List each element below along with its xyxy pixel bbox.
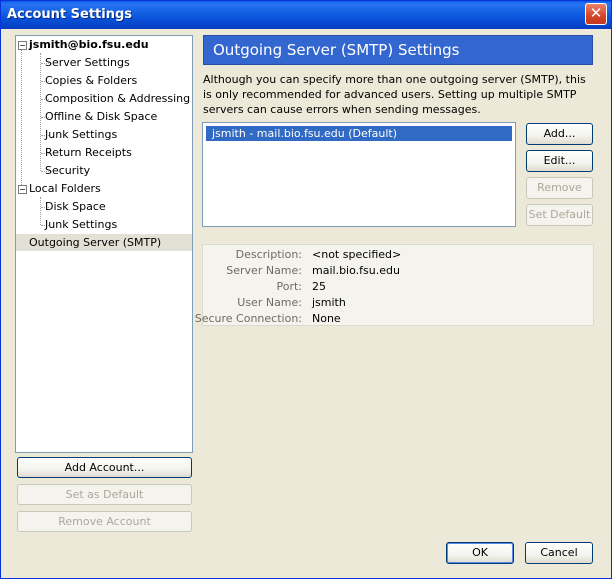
tree-item-security[interactable]: Security: [45, 162, 90, 179]
account-settings-window: Account Settings ✕ − jsmith@bio.fsu.edu …: [0, 0, 612, 579]
cancel-label: Cancel: [540, 546, 578, 559]
description-value: <not specified>: [312, 248, 402, 261]
tree-line: [40, 197, 41, 225]
set-default-label: Set Default: [528, 208, 591, 221]
server-name-label: Server Name:: [226, 264, 302, 277]
collapse-icon[interactable]: −: [18, 41, 27, 50]
account-tree[interactable]: − jsmith@bio.fsu.edu Server Settings Cop…: [15, 35, 193, 453]
port-value: 25: [312, 280, 326, 293]
close-icon[interactable]: ✕: [585, 3, 607, 25]
remove-account-label: Remove Account: [58, 515, 151, 528]
smtp-server-row[interactable]: jsmith - mail.bio.fsu.edu (Default): [206, 126, 512, 141]
port-label: Port:: [276, 280, 302, 293]
add-account-button[interactable]: Add Account...: [17, 457, 192, 478]
tree-item-server-settings[interactable]: Server Settings: [45, 54, 130, 71]
secure-connection-label: Secure Connection:: [194, 312, 302, 325]
set-default-server-button[interactable]: Set Default: [526, 204, 593, 226]
set-as-default-button[interactable]: Set as Default: [17, 484, 192, 505]
tree-item-copies-folders[interactable]: Copies & Folders: [45, 72, 137, 89]
tree-item-local-junk-settings[interactable]: Junk Settings: [45, 216, 117, 233]
tree-line: [21, 49, 22, 189]
smtp-server-list[interactable]: jsmith - mail.bio.fsu.edu (Default): [202, 122, 516, 227]
tree-item-disk-space[interactable]: Disk Space: [45, 198, 106, 215]
title-bar[interactable]: Account Settings ✕: [1, 1, 611, 29]
server-details: Description: <not specified> Server Name…: [195, 244, 594, 326]
set-as-default-label: Set as Default: [65, 488, 144, 501]
add-server-button[interactable]: Add...: [526, 123, 593, 145]
edit-label: Edit...: [543, 154, 576, 167]
tree-item-account[interactable]: jsmith@bio.fsu.edu: [29, 36, 149, 53]
tree-item-return-receipts[interactable]: Return Receipts: [45, 144, 132, 161]
tree-item-junk-settings[interactable]: Junk Settings: [45, 126, 117, 143]
secure-connection-value: None: [312, 312, 341, 325]
tree-item-composition-addressing[interactable]: Composition & Addressing: [45, 90, 190, 107]
remove-label: Remove: [537, 181, 582, 194]
remove-account-button[interactable]: Remove Account: [17, 511, 192, 532]
tree-item-outgoing-server[interactable]: Outgoing Server (SMTP): [16, 234, 192, 251]
edit-server-button[interactable]: Edit...: [526, 150, 593, 172]
panel-title: Outgoing Server (SMTP) Settings: [203, 35, 593, 65]
description-label: Description:: [235, 248, 302, 261]
user-name-label: User Name:: [237, 296, 302, 309]
cancel-button[interactable]: Cancel: [525, 542, 593, 564]
add-account-label: Add Account...: [64, 461, 145, 474]
ok-button[interactable]: OK: [446, 542, 514, 564]
tree-item-offline-disk-space[interactable]: Offline & Disk Space: [45, 108, 157, 125]
panel-description: Although you can specify more than one o…: [203, 73, 586, 116]
tree-item-local-folders[interactable]: Local Folders: [29, 180, 101, 197]
ok-label: OK: [472, 546, 488, 559]
user-name-value: jsmith: [312, 296, 346, 309]
server-name-value: mail.bio.fsu.edu: [312, 264, 400, 277]
remove-server-button[interactable]: Remove: [526, 177, 593, 199]
collapse-icon[interactable]: −: [18, 185, 27, 194]
add-label: Add...: [543, 127, 576, 140]
window-title: Account Settings: [7, 7, 133, 22]
